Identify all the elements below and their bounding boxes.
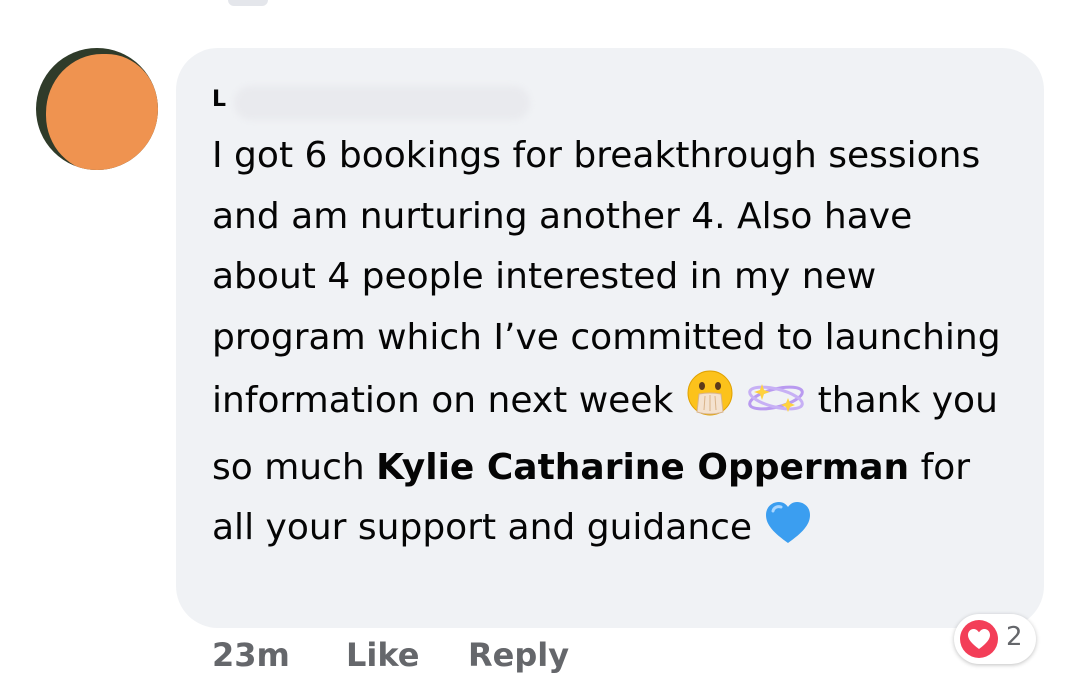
reaction-summary[interactable]: 2 <box>954 614 1036 664</box>
blue-heart-emoji <box>764 501 812 565</box>
author-name-redaction <box>234 86 530 120</box>
comment-text: I got 6 bookings for breakthrough sessio… <box>212 126 1012 565</box>
comment-timestamp[interactable]: 23m <box>212 636 290 674</box>
comment-bubble: L I got 6 bookings for breakthrough sess… <box>176 48 1044 628</box>
hand-over-mouth-emoji <box>685 368 735 438</box>
like-button[interactable]: Like <box>346 636 419 674</box>
author-name[interactable]: L <box>212 78 530 122</box>
sparkle-orbit-emoji <box>746 377 806 438</box>
mention-link[interactable]: Kylie Catharine Opperman <box>376 447 909 488</box>
reaction-count: 2 <box>1006 622 1023 652</box>
author-name-label: L <box>212 87 227 112</box>
comment-text-part1: I got 6 bookings for breakthrough sessio… <box>212 135 1001 421</box>
heart-icon <box>960 620 998 658</box>
reply-button[interactable]: Reply <box>468 636 569 674</box>
previous-item-edge <box>228 0 268 6</box>
avatar[interactable] <box>36 48 158 170</box>
avatar-redaction <box>46 54 158 170</box>
